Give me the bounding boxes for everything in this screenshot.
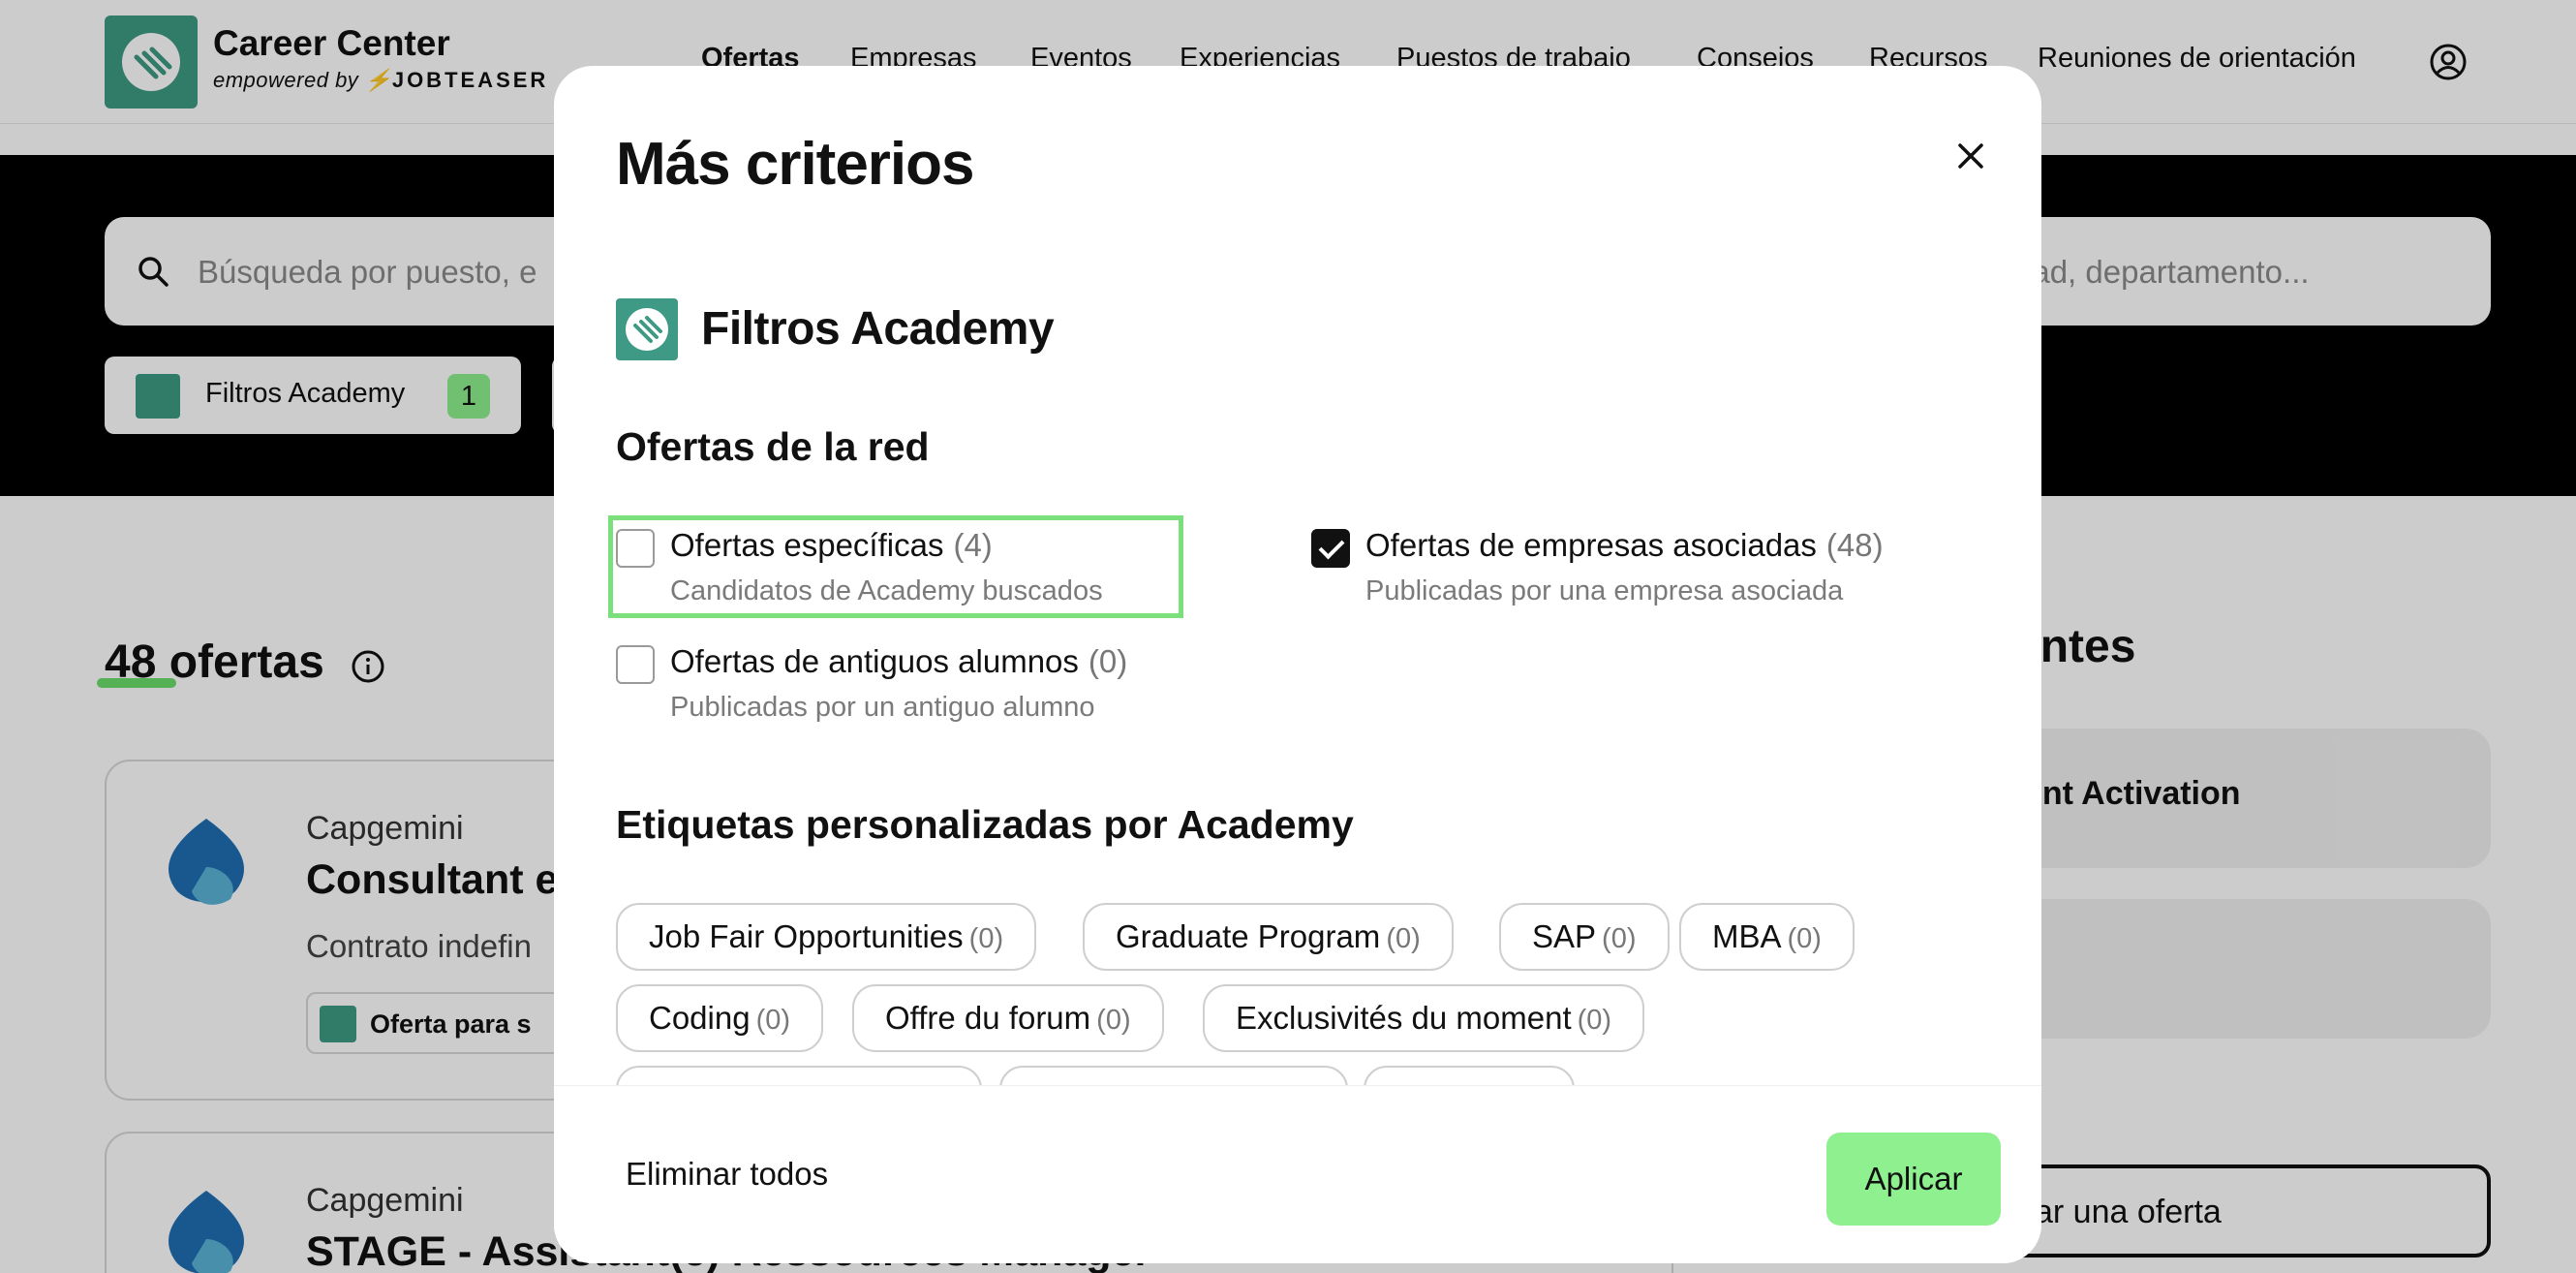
tag-sap[interactable]: SAP (0) xyxy=(1499,903,1670,971)
checkbox-icon[interactable] xyxy=(616,645,655,684)
option-description: Candidatos de Academy buscados xyxy=(670,575,1103,606)
academy-logo-icon xyxy=(616,298,678,360)
option-description: Publicadas por una empresa asociada xyxy=(1365,575,1844,606)
custom-tags-heading: Etiquetas personalizadas por Academy xyxy=(616,802,1354,847)
close-icon[interactable] xyxy=(1945,130,1997,182)
network-offers-heading: Ofertas de la red xyxy=(616,424,930,469)
modal-footer: Eliminar todos Aplicar xyxy=(554,1085,2041,1263)
clear-all-button[interactable]: Eliminar todos xyxy=(626,1156,828,1193)
modal-title: Más criterios xyxy=(616,131,975,198)
tag-job-fair[interactable]: Job Fair Opportunities (0) xyxy=(616,903,1037,971)
more-criteria-modal: Más criterios Filtros Academy Ofertas de… xyxy=(554,66,2041,1263)
tag-offre-forum[interactable]: Offre du forum (0) xyxy=(852,984,1164,1052)
checkbox-icon[interactable] xyxy=(1311,529,1350,568)
academy-section-title: Filtros Academy xyxy=(701,303,1055,355)
option-label: Ofertas específicas (4) xyxy=(670,527,993,563)
apply-button[interactable]: Aplicar xyxy=(1826,1133,2001,1226)
option-description: Publicadas por un antiguo alumno xyxy=(670,692,1095,723)
tag-graduate-program[interactable]: Graduate Program (0) xyxy=(1083,903,1454,971)
tag-coding[interactable]: Coding (0) xyxy=(616,984,824,1052)
option-label: Ofertas de antiguos alumnos (0) xyxy=(670,643,1128,679)
option-label: Ofertas de empresas asociadas (48) xyxy=(1365,527,1884,563)
checkbox-icon[interactable] xyxy=(616,529,655,568)
tag-mba[interactable]: MBA (0) xyxy=(1679,903,1855,971)
tag-exclusivites[interactable]: Exclusivités du moment (0) xyxy=(1203,984,1645,1052)
